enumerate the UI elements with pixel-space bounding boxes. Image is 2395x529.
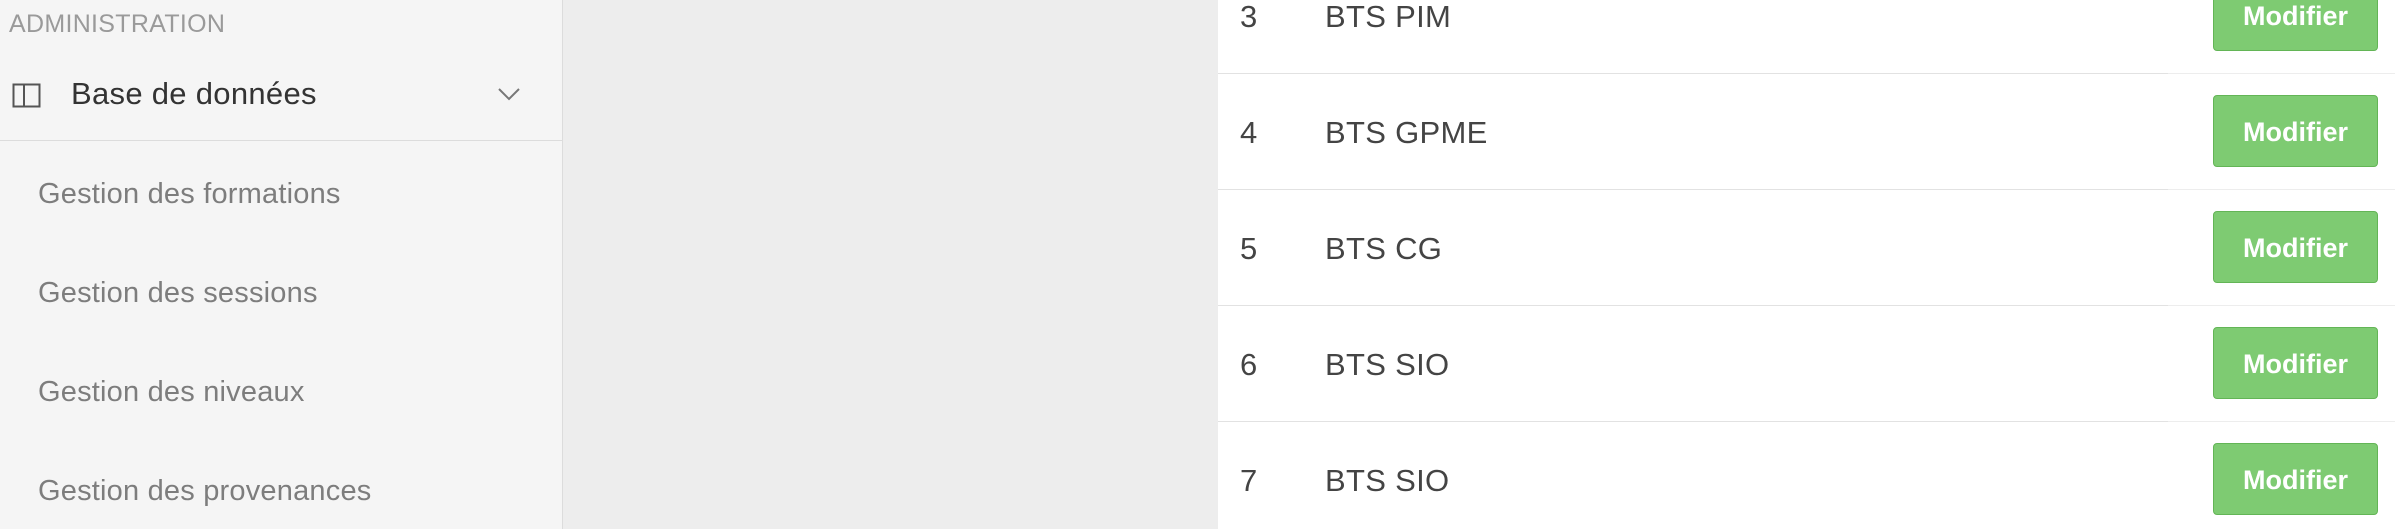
- modify-button[interactable]: Modifier: [2213, 0, 2378, 51]
- sidebar: ADMINISTRATION Base de données Gestion d…: [0, 0, 563, 529]
- sidebar-item-label: Base de données: [71, 76, 317, 111]
- formations-table: 3 BTS PIM Modifier 4 BTS GPME Modifier 5…: [1218, 0, 2395, 529]
- columns-icon: [12, 83, 41, 108]
- row-name: BTS PIM: [1325, 0, 1452, 34]
- row-name: BTS SIO: [1325, 347, 1450, 382]
- row-id: 7: [1240, 463, 1258, 498]
- table-row: 4 BTS GPME Modifier: [1218, 74, 2395, 190]
- modify-button[interactable]: Modifier: [2213, 95, 2378, 167]
- row-id: 4: [1240, 115, 1258, 150]
- row-name: BTS CG: [1325, 231, 1443, 266]
- modify-button[interactable]: Modifier: [2213, 443, 2378, 515]
- sidebar-item-provenances[interactable]: Gestion des provenances: [38, 475, 371, 508]
- sidebar-item-database[interactable]: Base de données: [0, 46, 563, 141]
- sidebar-section-title: ADMINISTRATION: [9, 10, 226, 38]
- chevron-down-icon[interactable]: [497, 86, 521, 102]
- app-root: ADMINISTRATION Base de données Gestion d…: [0, 0, 2395, 529]
- table-row: 7 BTS SIO Modifier: [1218, 422, 2395, 529]
- modify-button[interactable]: Modifier: [2213, 211, 2378, 283]
- row-name: BTS GPME: [1325, 115, 1488, 150]
- row-name: BTS SIO: [1325, 463, 1450, 498]
- table-row: 6 BTS SIO Modifier: [1218, 306, 2395, 422]
- sidebar-item-sessions[interactable]: Gestion des sessions: [38, 277, 318, 310]
- row-id: 5: [1240, 231, 1258, 266]
- sidebar-item-niveaux[interactable]: Gestion des niveaux: [38, 376, 305, 409]
- sidebar-item-formations[interactable]: Gestion des formations: [38, 178, 341, 211]
- row-id: 3: [1240, 0, 1258, 34]
- row-id: 6: [1240, 347, 1258, 382]
- modify-button[interactable]: Modifier: [2213, 327, 2378, 399]
- table-row: 5 BTS CG Modifier: [1218, 190, 2395, 306]
- table-row: 3 BTS PIM Modifier: [1218, 0, 2395, 74]
